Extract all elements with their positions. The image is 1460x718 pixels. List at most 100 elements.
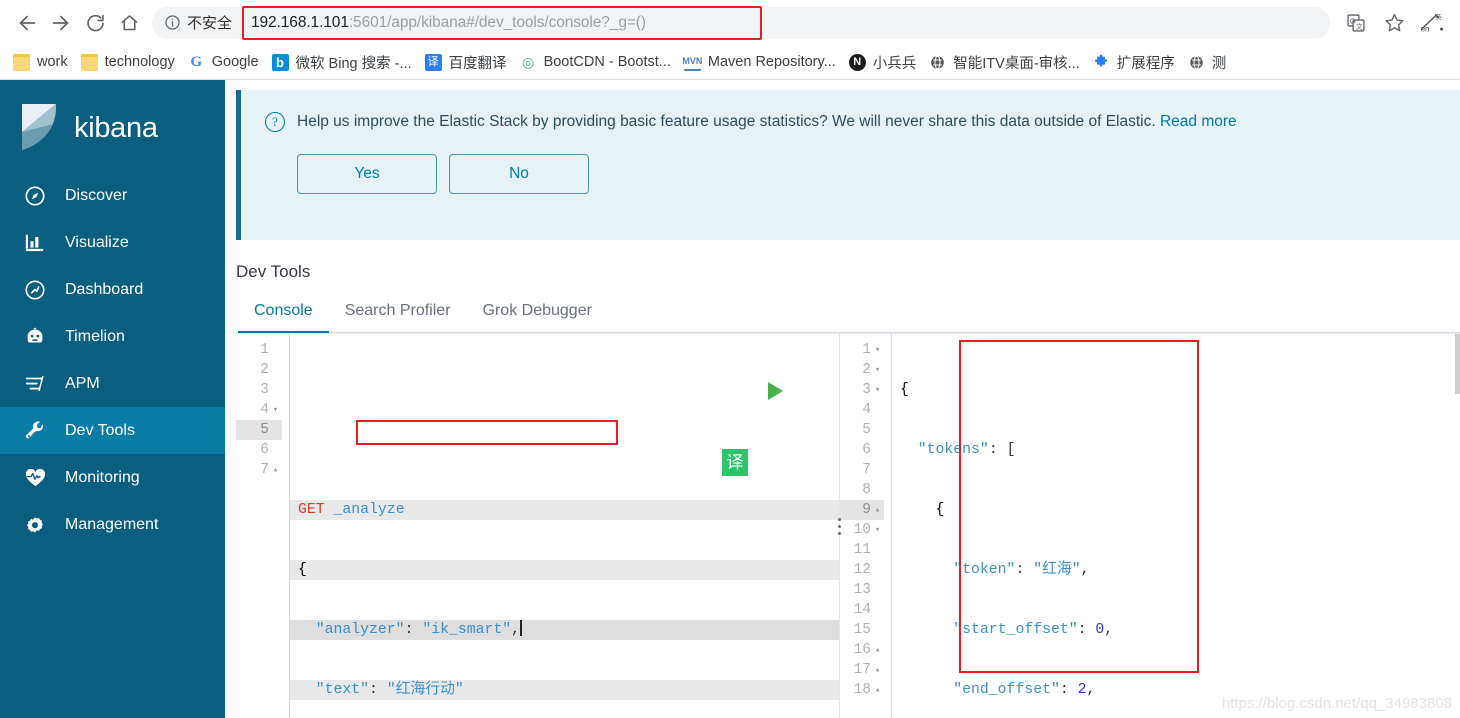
line-number: 10 ▾ — [840, 520, 884, 540]
bookmark-extensions[interactable]: 扩展程序 — [1088, 49, 1183, 76]
bookmark-bootcdn[interactable]: ◎ BootCDN - Bootst... — [515, 51, 679, 74]
endpoint-path: _analyze — [333, 502, 405, 518]
fold-toggle-icon[interactable]: ▴ — [872, 500, 883, 520]
run-query-button[interactable] — [768, 382, 783, 400]
folder-icon — [13, 53, 30, 71]
puzzle-icon — [1092, 53, 1110, 71]
bookmark-technology[interactable]: technology — [76, 51, 183, 74]
language-indicator-icon[interactable]: en 英 — [1414, 7, 1450, 39]
n-icon: N — [848, 53, 866, 71]
line-number: 1 — [260, 342, 269, 358]
translate-icon[interactable]: G 文 — [1338, 7, 1374, 39]
line-number: 4 — [862, 402, 871, 418]
sidebar-item-management[interactable]: Management — [0, 501, 225, 548]
svg-text:G: G — [1350, 16, 1356, 25]
pane-resize-handle[interactable] — [832, 334, 846, 718]
text-key: "text" — [315, 682, 370, 698]
bookmark-maven[interactable]: MVN Maven Repository... — [679, 51, 844, 74]
back-button[interactable] — [10, 6, 44, 40]
svg-text:文: 文 — [1356, 21, 1363, 30]
sidebar-item-timelion[interactable]: Timelion — [0, 313, 225, 360]
bootcdn-icon: ◎ — [519, 53, 537, 71]
code-line: "analyzer": "ik_smart", — [290, 620, 839, 640]
line-number: 7 ▴ — [236, 460, 282, 480]
bookmark-work[interactable]: work — [8, 51, 76, 74]
telemetry-yes-button[interactable]: Yes — [297, 154, 437, 194]
response-pane[interactable]: 1 ▾ 2 ▾ 3 ▾ 4 5 6 7 8 9 ▴ 10 ▾ 11 12 13 14 15… — [839, 334, 1460, 718]
browser-toolbar: 不安全 192.168.1.101:5601/app/kibana#/dev_t… — [0, 0, 1460, 45]
toolbar-actions: G 文 en 英 — [1338, 7, 1450, 39]
bookmark-star-icon[interactable] — [1376, 7, 1412, 39]
request-editor-pane[interactable]: 1 2 3 4 ▾ 5 6 7 ▴ GET _analyze { "analyzer… — [236, 334, 839, 718]
bookmark-google[interactable]: G Google — [183, 51, 267, 74]
code-line: GET _analyze — [290, 500, 839, 520]
url-field[interactable]: 192.168.1.101:5601/app/kibana#/dev_tools… — [242, 5, 1316, 40]
line-number: 2 — [260, 362, 269, 378]
svg-text:en: en — [1421, 24, 1430, 33]
bookmark-label: 测 — [1211, 55, 1227, 72]
page-body: kibana Discover Visualize Dashboard Time… — [0, 80, 1460, 718]
line-number: 17 ▴ — [840, 660, 884, 680]
forward-button[interactable] — [44, 6, 78, 40]
fold-toggle-icon[interactable]: ▴ — [270, 460, 281, 480]
line-number: 13 — [853, 582, 871, 598]
line-number: 3 — [260, 382, 269, 398]
bookmark-label: technology — [104, 54, 175, 70]
telemetry-banner-wrapper: ? Help us improve the Elastic Stack by p… — [225, 80, 1460, 240]
fold-toggle-icon[interactable]: ▾ — [270, 400, 281, 420]
bookmark-label: 小兵兵 — [872, 55, 917, 72]
read-more-link[interactable]: Read more — [1160, 113, 1237, 130]
bookmark-label: BootCDN - Bootst... — [543, 54, 671, 70]
bookmarks-bar: work technology G Google b 微软 Bing 搜索 -.… — [0, 45, 1460, 80]
banner-message-text: Help us improve the Elastic Stack by pro… — [297, 113, 1160, 130]
address-bar[interactable]: 不安全 192.168.1.101:5601/app/kibana#/dev_t… — [152, 5, 1330, 40]
fold-toggle-icon[interactable]: ▾ — [872, 380, 883, 400]
fold-toggle-icon[interactable]: ▴ — [872, 680, 883, 700]
not-secure-label: 不安全 — [187, 15, 233, 32]
console-settings-wrench-icon[interactable] — [799, 378, 825, 404]
code-line: { — [935, 502, 945, 518]
telemetry-no-button[interactable]: No — [449, 154, 589, 194]
banner-message: Help us improve the Elastic Stack by pro… — [297, 113, 1237, 131]
sidebar-item-dashboard[interactable]: Dashboard — [0, 266, 225, 313]
line-number: 11 — [853, 542, 871, 558]
bookmark-xiaobingbing[interactable]: N 小兵兵 — [844, 49, 925, 76]
reload-button[interactable] — [78, 6, 112, 40]
sidebar-item-apm[interactable]: APM — [0, 360, 225, 407]
site-info-icon[interactable] — [164, 14, 181, 31]
sidebar-item-dev-tools[interactable]: Dev Tools — [0, 407, 225, 454]
sidebar-item-visualize[interactable]: Visualize — [0, 219, 225, 266]
fold-toggle-icon[interactable]: ▴ — [872, 640, 883, 660]
fold-toggle-icon[interactable]: ▾ — [872, 520, 883, 540]
inline-translate-button[interactable]: 译 — [722, 449, 748, 476]
bookmark-itv[interactable]: 智能ITV桌面-审核... — [924, 49, 1087, 76]
sidebar-item-monitoring[interactable]: Monitoring — [0, 454, 225, 501]
line-number: 6 — [862, 442, 871, 458]
kibana-logo[interactable]: kibana — [0, 86, 225, 172]
bookmark-label: Google — [211, 54, 259, 70]
dashboard-icon — [22, 279, 48, 301]
code-line: "text": "红海行动" — [290, 680, 839, 700]
bar-chart-icon — [22, 232, 48, 254]
tab-console[interactable]: Console — [238, 302, 329, 333]
bookmark-ce[interactable]: 测 — [1183, 49, 1235, 76]
tab-search-profiler[interactable]: Search Profiler — [329, 302, 467, 333]
editor-line-numbers: 1 2 3 4 ▾ 5 6 7 ▴ — [236, 334, 290, 718]
code-line: "start_offset": 0, — [953, 622, 1114, 638]
request-code[interactable]: GET _analyze { "analyzer": "ik_smart", "… — [290, 334, 839, 718]
line-number: 5 — [862, 422, 871, 438]
response-code: { "tokens": [ { "token": "红海", "start_of… — [892, 334, 1460, 718]
home-button[interactable] — [112, 6, 146, 40]
bookmark-baidu-fanyi[interactable]: 译 百度翻译 — [420, 49, 515, 76]
analyzer-key: "analyzer" — [315, 622, 405, 638]
folder-icon — [80, 53, 98, 71]
response-scrollbar[interactable] — [1455, 334, 1460, 394]
sidebar-item-discover[interactable]: Discover — [0, 172, 225, 219]
fold-toggle-icon[interactable]: ▾ — [872, 360, 883, 380]
fold-toggle-icon[interactable]: ▾ — [872, 340, 883, 360]
url-path: :5601/app/kibana#/dev_tools/console?_g=(… — [348, 13, 646, 31]
bookmark-bing[interactable]: b 微软 Bing 搜索 -... — [267, 49, 420, 76]
tab-grok-debugger[interactable]: Grok Debugger — [467, 302, 608, 333]
fold-toggle-icon[interactable]: ▴ — [872, 660, 883, 680]
text-caret — [520, 620, 522, 636]
